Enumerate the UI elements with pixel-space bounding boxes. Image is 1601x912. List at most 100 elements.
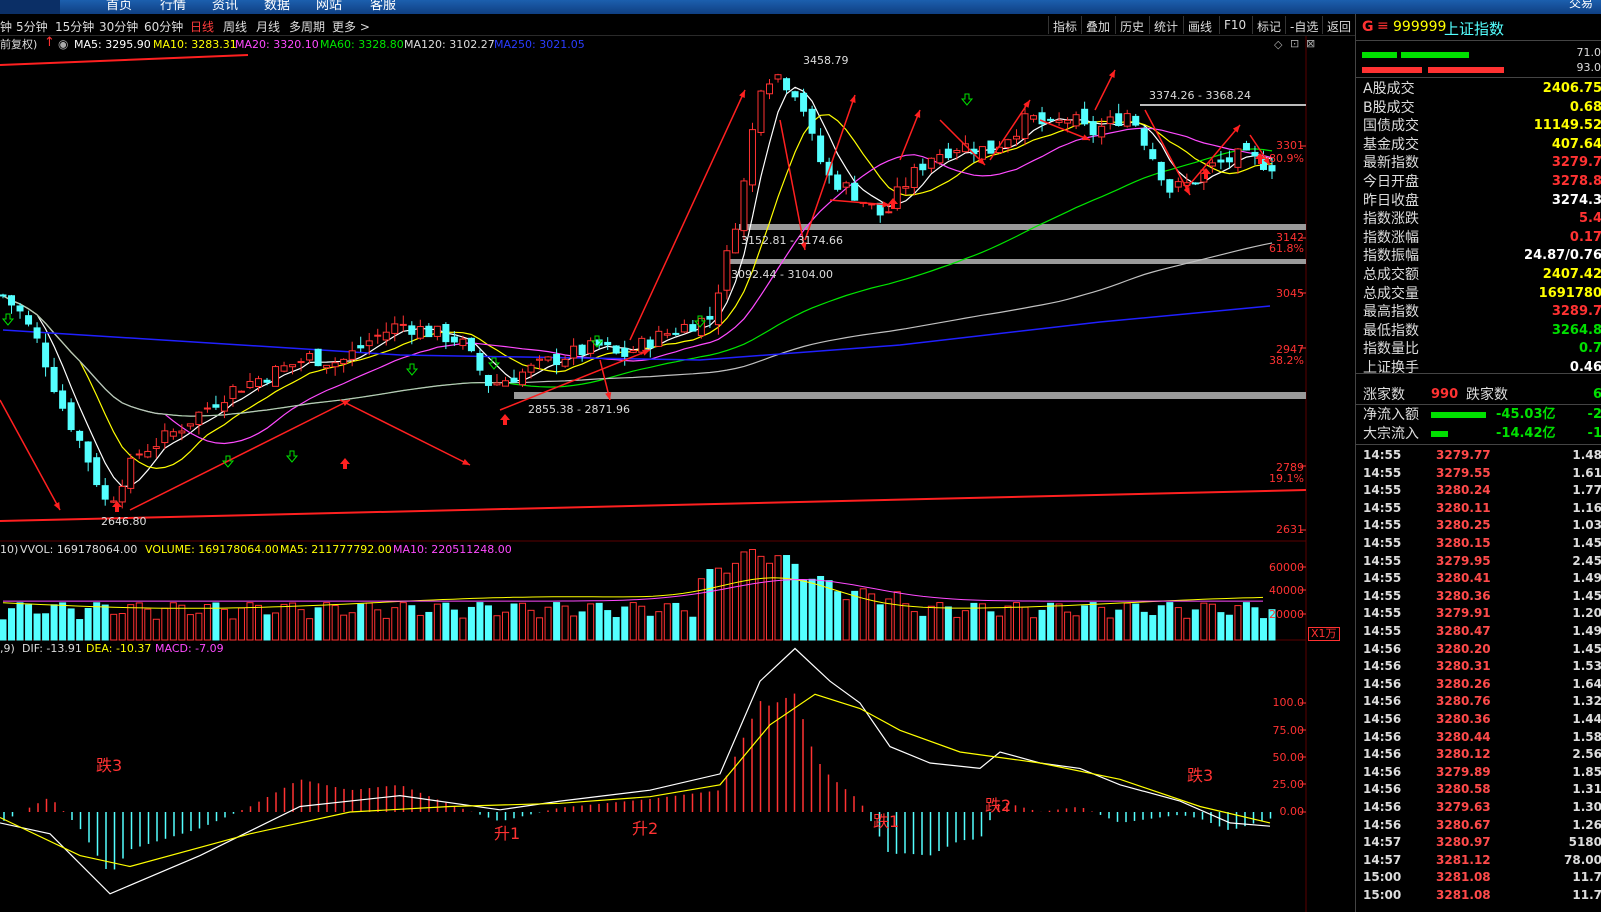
tick-row: 14:55 3280.36 1.45: [1356, 588, 1601, 606]
period-daily[interactable]: 日线: [190, 18, 214, 35]
volume-bar: [289, 602, 297, 641]
tick-row: 14:55 3280.47 1.49: [1356, 623, 1601, 641]
candle-body: [1132, 115, 1140, 126]
dropdown-circle-icon[interactable]: ◉: [58, 38, 68, 50]
diamond-icon[interactable]: ◇: [1274, 39, 1282, 51]
menu-icon[interactable]: ≡: [1377, 18, 1389, 34]
period-15min[interactable]: 15分钟: [55, 18, 94, 35]
candle-body: [885, 211, 893, 214]
volume-bar: [50, 604, 58, 641]
tick-row: 14:56 3280.26 1.64: [1356, 676, 1601, 694]
tick-price: 3280.25: [1436, 518, 1491, 533]
candle-body: [314, 348, 322, 367]
nav-data[interactable]: 数据: [264, 0, 290, 13]
tool-back[interactable]: 返回: [1322, 16, 1355, 34]
support-zone: [729, 259, 1306, 264]
period-5min[interactable]: 5分钟: [16, 18, 48, 35]
candle-body: [1225, 157, 1233, 163]
stat-label: 基金成交: [1363, 136, 1419, 153]
stat-value: 0.7: [1578, 341, 1601, 357]
volume-bar: [1225, 614, 1233, 641]
flow-bar: [1431, 431, 1448, 437]
tool-f10[interactable]: F10: [1219, 16, 1250, 34]
volume-bar: [680, 610, 688, 641]
period-multi[interactable]: 多周期: [289, 18, 325, 35]
volume-bar: [425, 611, 433, 641]
tick-volume: 1.20: [1572, 606, 1601, 621]
tool-draw[interactable]: 画线: [1183, 16, 1216, 34]
tool-watchlist[interactable]: -自选: [1285, 16, 1322, 34]
annotation-arrow: [339, 399, 471, 466]
tick-volume: 2.45: [1572, 553, 1601, 568]
volume-bar: [450, 609, 458, 641]
period-monthly[interactable]: 月线: [256, 18, 280, 35]
stat-row: 今日开盘 3278.8: [1356, 173, 1601, 191]
ma-line: [2, 148, 1273, 417]
volume-bar: [783, 555, 791, 641]
candle-body: [706, 315, 714, 320]
arrow-head: [849, 95, 856, 103]
volume-bar: [1259, 618, 1267, 641]
candle-body: [800, 92, 808, 112]
volume-bar: [978, 603, 986, 641]
period-min[interactable]: 钟: [0, 18, 12, 35]
fib-pct: 80.9%: [1269, 152, 1304, 165]
nav-market[interactable]: 行情: [160, 0, 186, 13]
tool-history[interactable]: 历史: [1115, 16, 1148, 34]
nav-trade[interactable]: 交易: [1569, 0, 1593, 11]
tick-volume: 1.49: [1572, 624, 1601, 638]
candle-body: [953, 150, 961, 154]
support-zone: [514, 392, 1306, 399]
volume-bar: [961, 610, 969, 641]
tick-volume: 1.61: [1572, 465, 1601, 480]
restore-icon[interactable]: ⊡: [1290, 38, 1299, 50]
ma-line: [2, 114, 1273, 470]
candle-body: [663, 333, 671, 336]
zone-label-2: 3152.81 - 3174.66: [741, 234, 843, 247]
volume-bar: [229, 618, 237, 641]
stat-label: 总成交量: [1363, 285, 1419, 302]
volume-bar: [416, 614, 424, 641]
period-weekly[interactable]: 周线: [223, 18, 247, 35]
annotation-arrow: [899, 109, 921, 161]
tool-indicator[interactable]: 指标: [1048, 16, 1081, 34]
tick-volume: 1.03: [1572, 518, 1601, 533]
tool-overlay[interactable]: 叠加: [1081, 16, 1114, 34]
nav-news[interactable]: 资讯: [212, 0, 238, 13]
bar-value-1: 71.0: [1576, 46, 1601, 59]
macd-note: 跌3: [1187, 766, 1214, 785]
nav-site[interactable]: 网站: [316, 0, 342, 13]
nav-service[interactable]: 客服: [370, 0, 396, 13]
flow-bar: [1431, 412, 1486, 418]
tick-volume: 1.16: [1572, 500, 1601, 515]
period-30min[interactable]: 30分钟: [99, 18, 138, 35]
volume-bar: [825, 580, 833, 641]
candle-body: [629, 349, 637, 353]
macd-note: 跌1: [873, 812, 900, 831]
candle-body: [714, 292, 722, 326]
stat-value: 0.68: [1569, 99, 1601, 115]
tool-mark[interactable]: 标记: [1252, 16, 1285, 34]
period-60min[interactable]: 60分钟: [144, 18, 183, 35]
volume-bar: [1064, 611, 1072, 641]
close-icon[interactable]: ⊠: [1306, 38, 1315, 50]
kline-chart[interactable]: [0, 36, 1355, 912]
tick-price: 3279.77: [1436, 448, 1491, 462]
volume-bar: [638, 605, 646, 641]
tick-time: 14:56: [1363, 782, 1402, 797]
volume-bar: [578, 611, 586, 641]
stat-label: 总成交额: [1363, 267, 1419, 283]
candle-body: [59, 390, 67, 409]
tick-row: 14:56 3280.67 1.26: [1356, 817, 1601, 835]
buy-signal-icon: [340, 458, 350, 469]
tool-stats[interactable]: 统计: [1149, 16, 1182, 34]
volume-bar: [655, 611, 663, 641]
tick-time: 14:57: [1363, 852, 1402, 867]
tick-time: 14:56: [1363, 641, 1402, 656]
tick-price: 3279.89: [1436, 764, 1491, 779]
nav-home[interactable]: 首页: [106, 0, 132, 13]
ma60-legend: MA60: 3328.80: [320, 38, 404, 51]
macd-tick: 25.00: [1272, 778, 1305, 791]
candle-body: [1191, 182, 1199, 185]
period-more[interactable]: 更多 >: [332, 18, 370, 35]
